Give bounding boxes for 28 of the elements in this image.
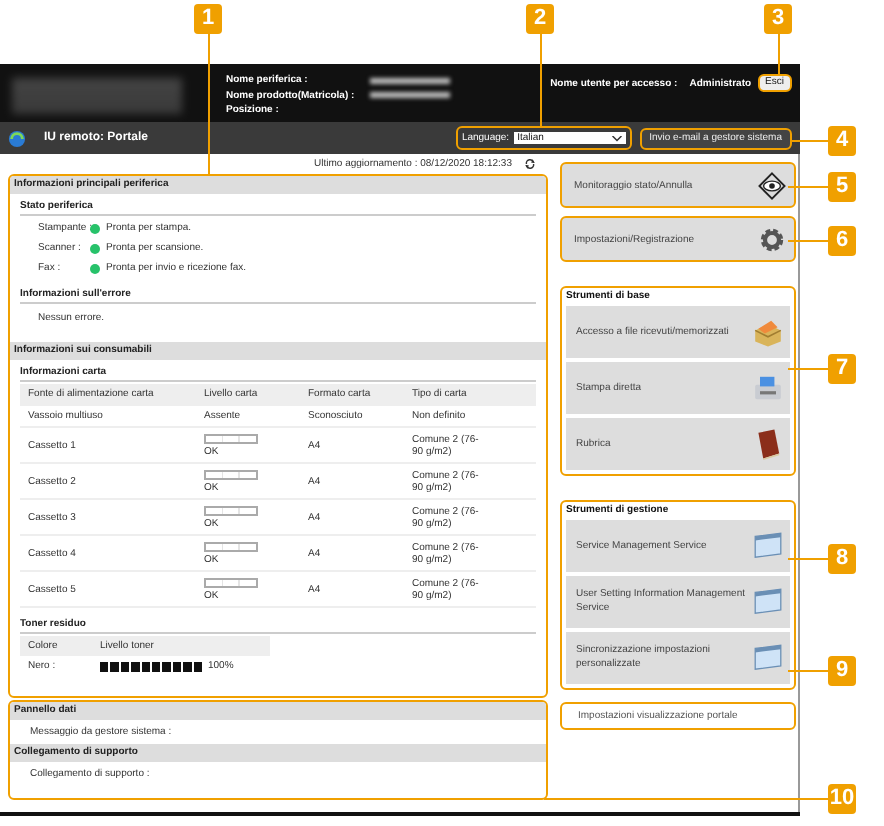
callout-number: 8 — [828, 544, 856, 574]
leader-line — [540, 32, 542, 126]
app-logo-icon — [8, 129, 26, 147]
redacted-value — [370, 92, 450, 98]
callout-number: 6 — [828, 226, 856, 256]
toner-level-bar — [100, 661, 204, 671]
callout-number: 3 — [764, 4, 792, 34]
callout-number: 9 — [828, 656, 856, 686]
leader-line — [778, 32, 780, 74]
inbox-icon — [752, 316, 784, 348]
leader-line — [788, 186, 828, 188]
settings-icon — [758, 225, 786, 253]
callout-number: 7 — [828, 354, 856, 384]
refresh-icon[interactable] — [524, 158, 536, 170]
eye-icon — [758, 171, 786, 199]
callout-number: 1 — [194, 4, 222, 34]
callout-number: 2 — [526, 4, 554, 34]
callout-number: 10 — [828, 784, 856, 814]
redacted-value — [370, 77, 450, 83]
callout-number: 4 — [828, 126, 856, 156]
window-icon — [752, 642, 784, 674]
window-icon — [752, 530, 784, 562]
window-icon — [752, 586, 784, 618]
leader-line — [792, 140, 828, 142]
leader-line — [788, 240, 828, 242]
dropdown-caret-icon — [611, 135, 622, 141]
printer-icon — [752, 372, 784, 404]
callout-number: 5 — [828, 172, 856, 202]
